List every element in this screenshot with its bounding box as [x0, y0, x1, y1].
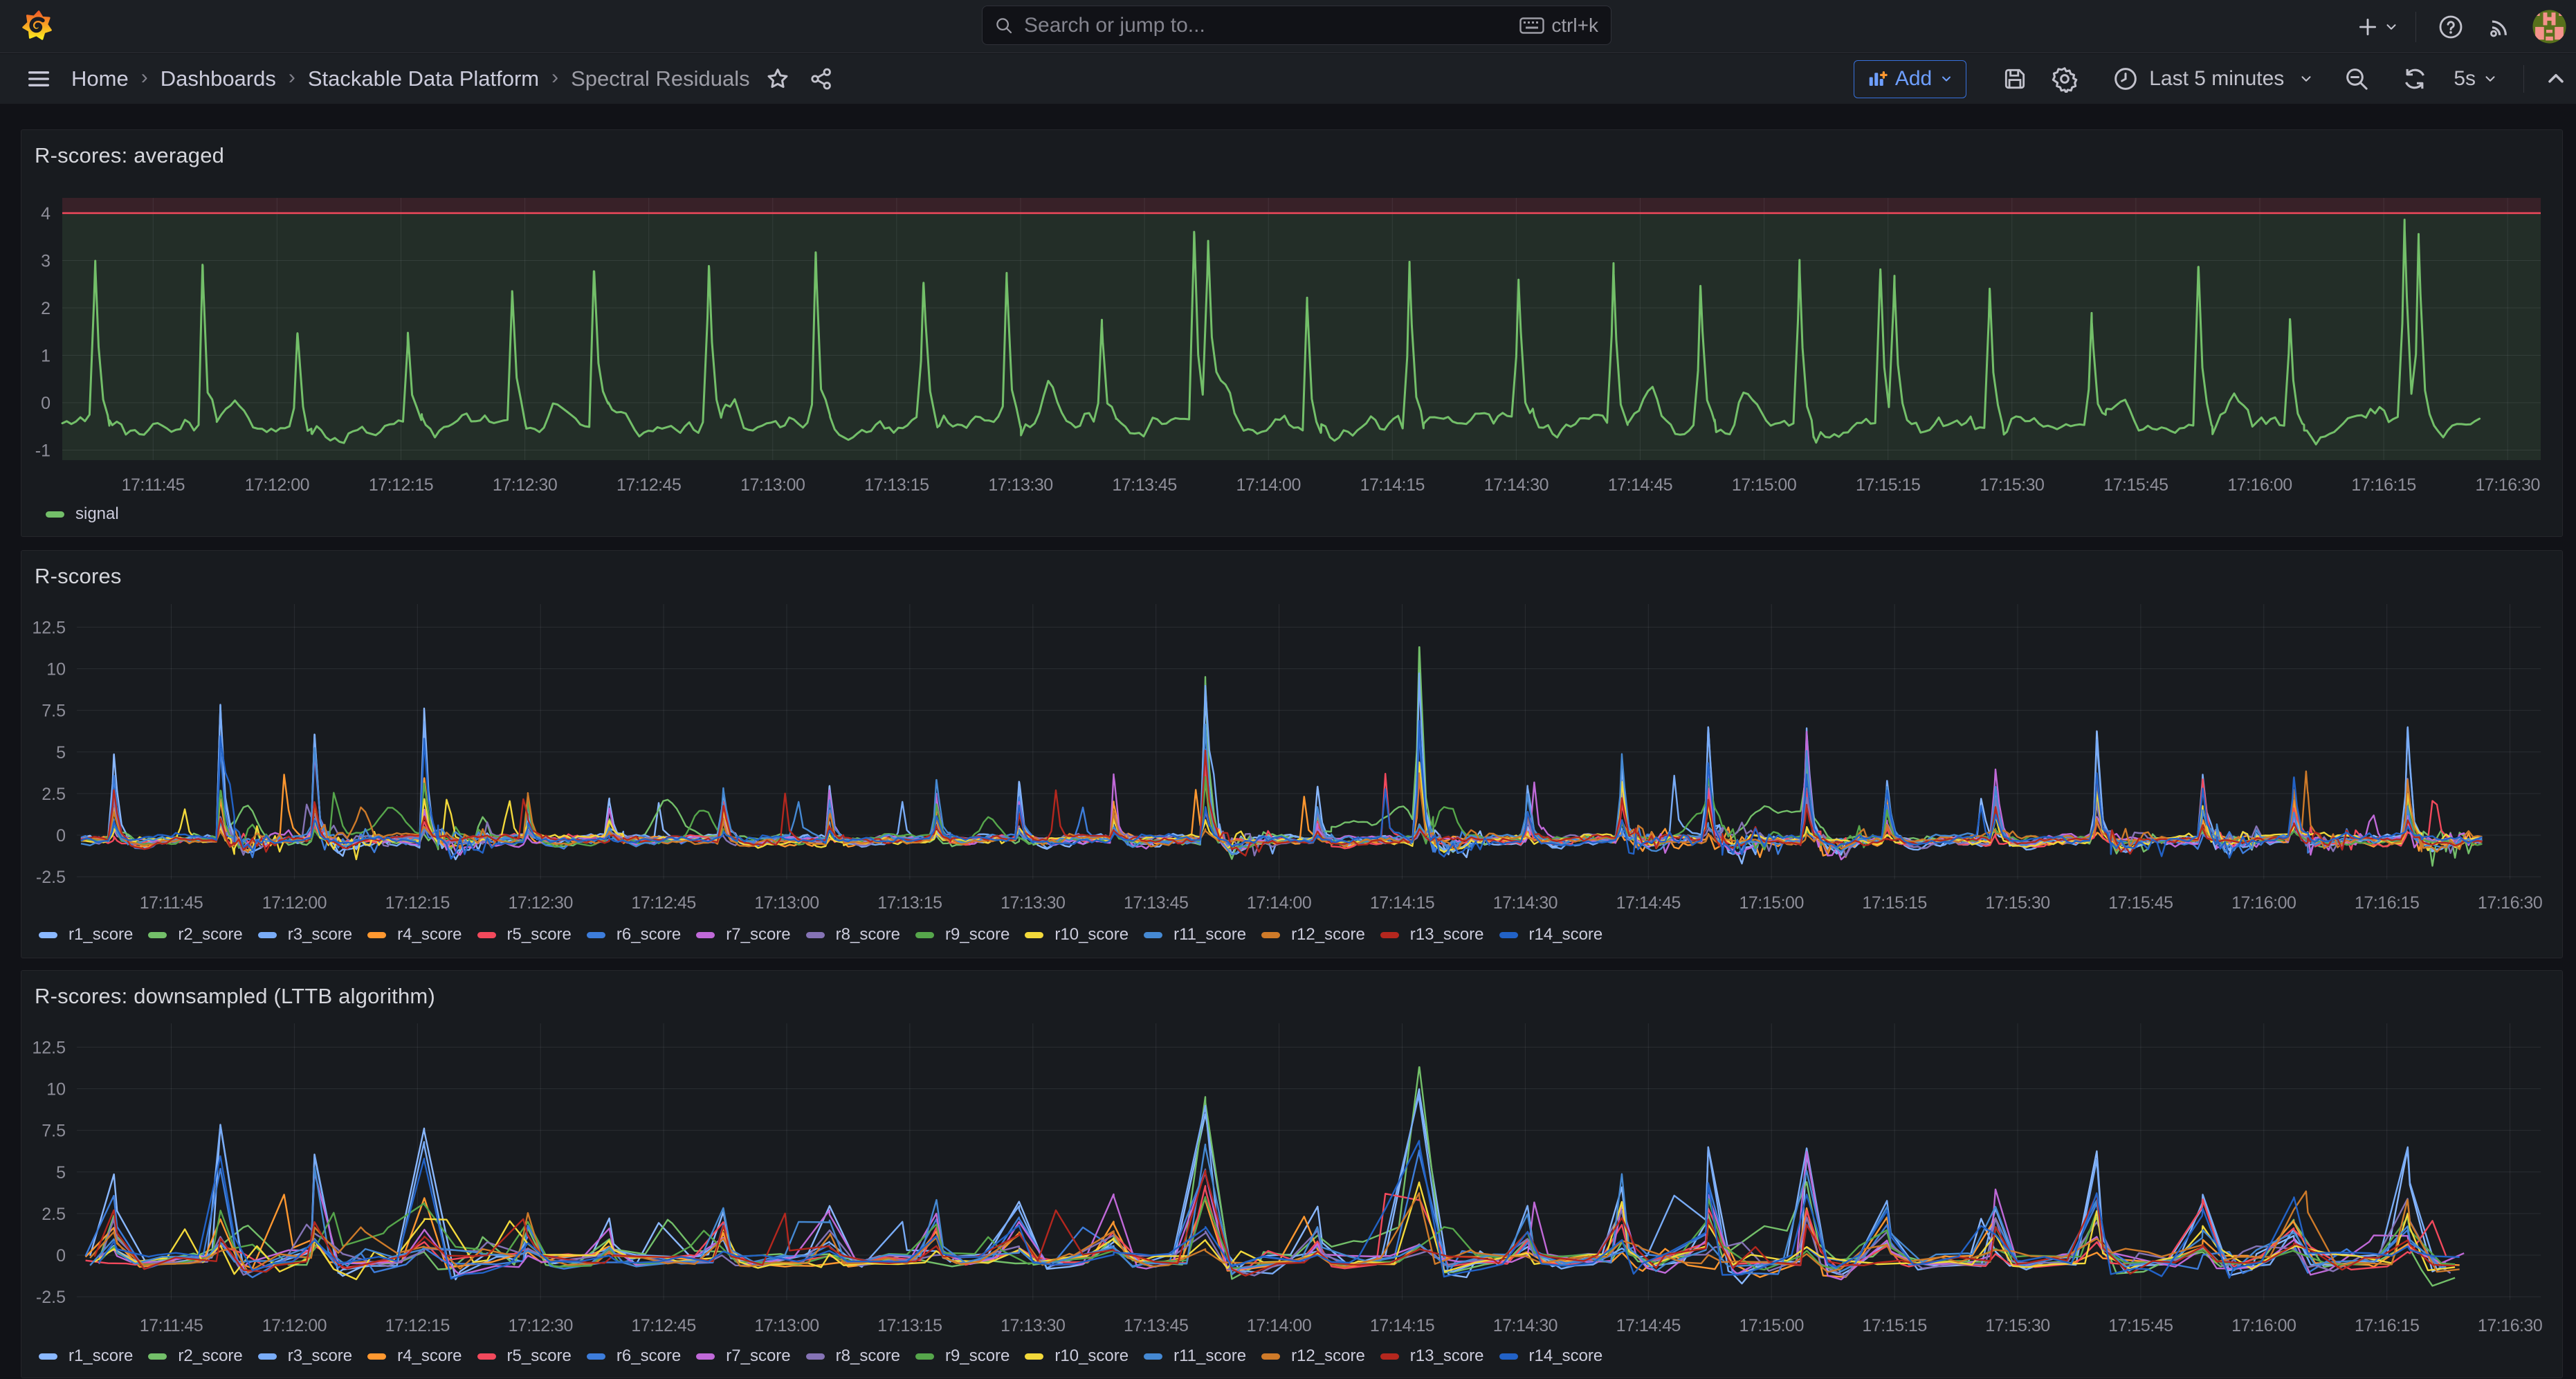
svg-text:17:15:00: 17:15:00 — [1739, 1316, 1804, 1335]
svg-text:17:14:30: 17:14:30 — [1493, 893, 1558, 913]
svg-text:5: 5 — [56, 1163, 66, 1182]
svg-text:0: 0 — [56, 826, 66, 846]
svg-text:17:12:15: 17:12:15 — [369, 475, 433, 495]
svg-text:17:12:15: 17:12:15 — [385, 893, 450, 913]
svg-text:0: 0 — [41, 394, 51, 413]
svg-text:17:12:30: 17:12:30 — [509, 893, 573, 913]
svg-text:17:13:15: 17:13:15 — [877, 1316, 942, 1335]
svg-text:10: 10 — [46, 1080, 66, 1099]
svg-text:-2.5: -2.5 — [36, 1288, 66, 1307]
svg-text:17:16:00: 17:16:00 — [2231, 893, 2296, 913]
svg-text:5: 5 — [56, 743, 66, 762]
svg-text:17:14:45: 17:14:45 — [1608, 475, 1672, 495]
svg-text:17:11:45: 17:11:45 — [122, 475, 185, 495]
svg-text:17:15:15: 17:15:15 — [1862, 1316, 1926, 1335]
svg-text:17:12:00: 17:12:00 — [245, 475, 309, 495]
svg-text:17:15:30: 17:15:30 — [1985, 893, 2049, 913]
svg-text:17:15:45: 17:15:45 — [2103, 475, 2168, 495]
svg-text:17:12:00: 17:12:00 — [262, 1316, 327, 1335]
svg-text:17:15:45: 17:15:45 — [2108, 893, 2173, 913]
svg-text:17:12:45: 17:12:45 — [631, 893, 695, 913]
svg-text:17:14:15: 17:14:15 — [1360, 475, 1425, 495]
svg-text:7.5: 7.5 — [42, 702, 66, 721]
svg-text:17:12:30: 17:12:30 — [509, 1316, 573, 1335]
svg-text:17:13:45: 17:13:45 — [1112, 475, 1176, 495]
svg-text:2: 2 — [41, 299, 51, 318]
svg-text:17:13:00: 17:13:00 — [754, 1316, 819, 1335]
svg-text:17:16:00: 17:16:00 — [2231, 1316, 2296, 1335]
svg-text:17:12:15: 17:12:15 — [385, 1316, 450, 1335]
svg-text:17:11:45: 17:11:45 — [140, 1316, 203, 1335]
svg-text:17:15:15: 17:15:15 — [1856, 475, 1920, 495]
svg-text:17:14:30: 17:14:30 — [1484, 475, 1549, 495]
svg-text:17:14:45: 17:14:45 — [1616, 1316, 1681, 1335]
svg-text:17:14:00: 17:14:00 — [1247, 893, 1311, 913]
svg-text:17:13:15: 17:13:15 — [877, 893, 942, 913]
svg-text:17:13:00: 17:13:00 — [740, 475, 805, 495]
svg-text:17:13:45: 17:13:45 — [1124, 1316, 1188, 1335]
svg-text:-1: -1 — [35, 441, 51, 461]
svg-text:17:16:30: 17:16:30 — [2476, 475, 2540, 495]
svg-text:17:14:00: 17:14:00 — [1236, 475, 1301, 495]
svg-text:17:15:15: 17:15:15 — [1862, 893, 1926, 913]
svg-text:17:13:30: 17:13:30 — [1001, 893, 1065, 913]
svg-text:17:15:00: 17:15:00 — [1739, 893, 1804, 913]
svg-text:12.5: 12.5 — [32, 1038, 66, 1057]
svg-text:17:12:45: 17:12:45 — [616, 475, 681, 495]
svg-text:17:14:30: 17:14:30 — [1493, 1316, 1558, 1335]
svg-text:17:14:45: 17:14:45 — [1616, 893, 1681, 913]
svg-text:17:13:30: 17:13:30 — [988, 475, 1052, 495]
svg-text:17:13:30: 17:13:30 — [1001, 1316, 1065, 1335]
svg-text:17:12:45: 17:12:45 — [631, 1316, 695, 1335]
svg-text:4: 4 — [41, 204, 51, 223]
svg-text:17:15:00: 17:15:00 — [1732, 475, 1796, 495]
svg-text:17:16:15: 17:16:15 — [2351, 475, 2415, 495]
svg-text:2.5: 2.5 — [42, 785, 66, 804]
svg-text:17:16:00: 17:16:00 — [2227, 475, 2292, 495]
svg-text:17:14:00: 17:14:00 — [1247, 1316, 1311, 1335]
svg-text:7.5: 7.5 — [42, 1122, 66, 1141]
svg-text:2.5: 2.5 — [42, 1205, 66, 1224]
svg-text:3: 3 — [41, 252, 51, 271]
svg-text:17:13:15: 17:13:15 — [864, 475, 929, 495]
svg-text:10: 10 — [46, 660, 66, 679]
svg-text:17:13:00: 17:13:00 — [754, 893, 819, 913]
svg-text:17:15:45: 17:15:45 — [2108, 1316, 2173, 1335]
svg-text:17:15:30: 17:15:30 — [1985, 1316, 2049, 1335]
svg-text:0: 0 — [56, 1246, 66, 1266]
svg-text:17:16:30: 17:16:30 — [2478, 1316, 2542, 1335]
svg-text:17:16:15: 17:16:15 — [2355, 893, 2419, 913]
svg-text:17:13:45: 17:13:45 — [1124, 893, 1188, 913]
svg-text:1: 1 — [41, 347, 51, 366]
svg-text:17:12:00: 17:12:00 — [262, 893, 327, 913]
svg-text:17:12:30: 17:12:30 — [493, 475, 557, 495]
svg-text:17:11:45: 17:11:45 — [140, 893, 203, 913]
svg-text:17:15:30: 17:15:30 — [1980, 475, 2044, 495]
svg-text:17:16:15: 17:16:15 — [2355, 1316, 2419, 1335]
svg-text:-2.5: -2.5 — [36, 868, 66, 887]
svg-text:17:14:15: 17:14:15 — [1370, 893, 1434, 913]
svg-text:17:14:15: 17:14:15 — [1370, 1316, 1434, 1335]
svg-text:12.5: 12.5 — [32, 618, 66, 637]
svg-text:17:16:30: 17:16:30 — [2478, 893, 2542, 913]
